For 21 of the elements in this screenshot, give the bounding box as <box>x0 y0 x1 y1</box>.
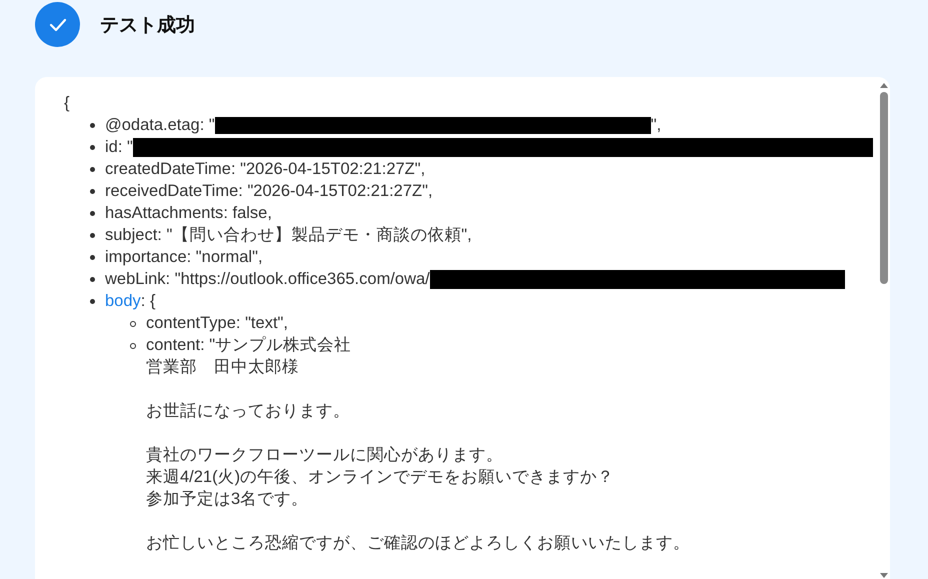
content-line: 参加予定は3名です。 <box>146 489 310 510</box>
content-line: 来週4/21(火)の午後、オンラインでデモをお願いできますか？ <box>146 467 616 488</box>
json-text: ", <box>650 115 662 136</box>
json-line: contentType: "text", <box>146 313 288 334</box>
json-brace: { <box>64 94 70 112</box>
content-line: お忙しいところ恐縮ですが、ご確認のほどよろしくお願いいたします。 <box>146 533 690 554</box>
content-line: 営業部 田中太郎様 <box>146 357 300 378</box>
content-line: 貴社のワークフローツールに関心があります。 <box>146 445 504 466</box>
json-line: importance: "normal", <box>105 247 263 268</box>
json-line: content: "サンプル株式会社 <box>146 335 352 356</box>
json-line: @odata.etag: " <box>105 115 215 136</box>
json-line: createdDateTime: "2026-04-15T02:21:27Z", <box>105 159 426 180</box>
json-line: hasAttachments: false, <box>105 203 272 224</box>
json-line: webLink: "https://outlook.office365.com/owa/ <box>105 269 430 290</box>
key-link[interactable]: body <box>105 292 141 310</box>
json-line: subject: "【問い合わせ】製品デモ・商談の依頼", <box>105 225 472 246</box>
json-line: body: { <box>105 291 156 312</box>
content-line: お世話になっております。 <box>146 401 351 422</box>
json-line: receivedDateTime: "2026-04-15T02:21:27Z", <box>105 181 433 202</box>
json-line: id: " <box>105 137 133 158</box>
status-title: テスト成功 <box>100 14 195 38</box>
